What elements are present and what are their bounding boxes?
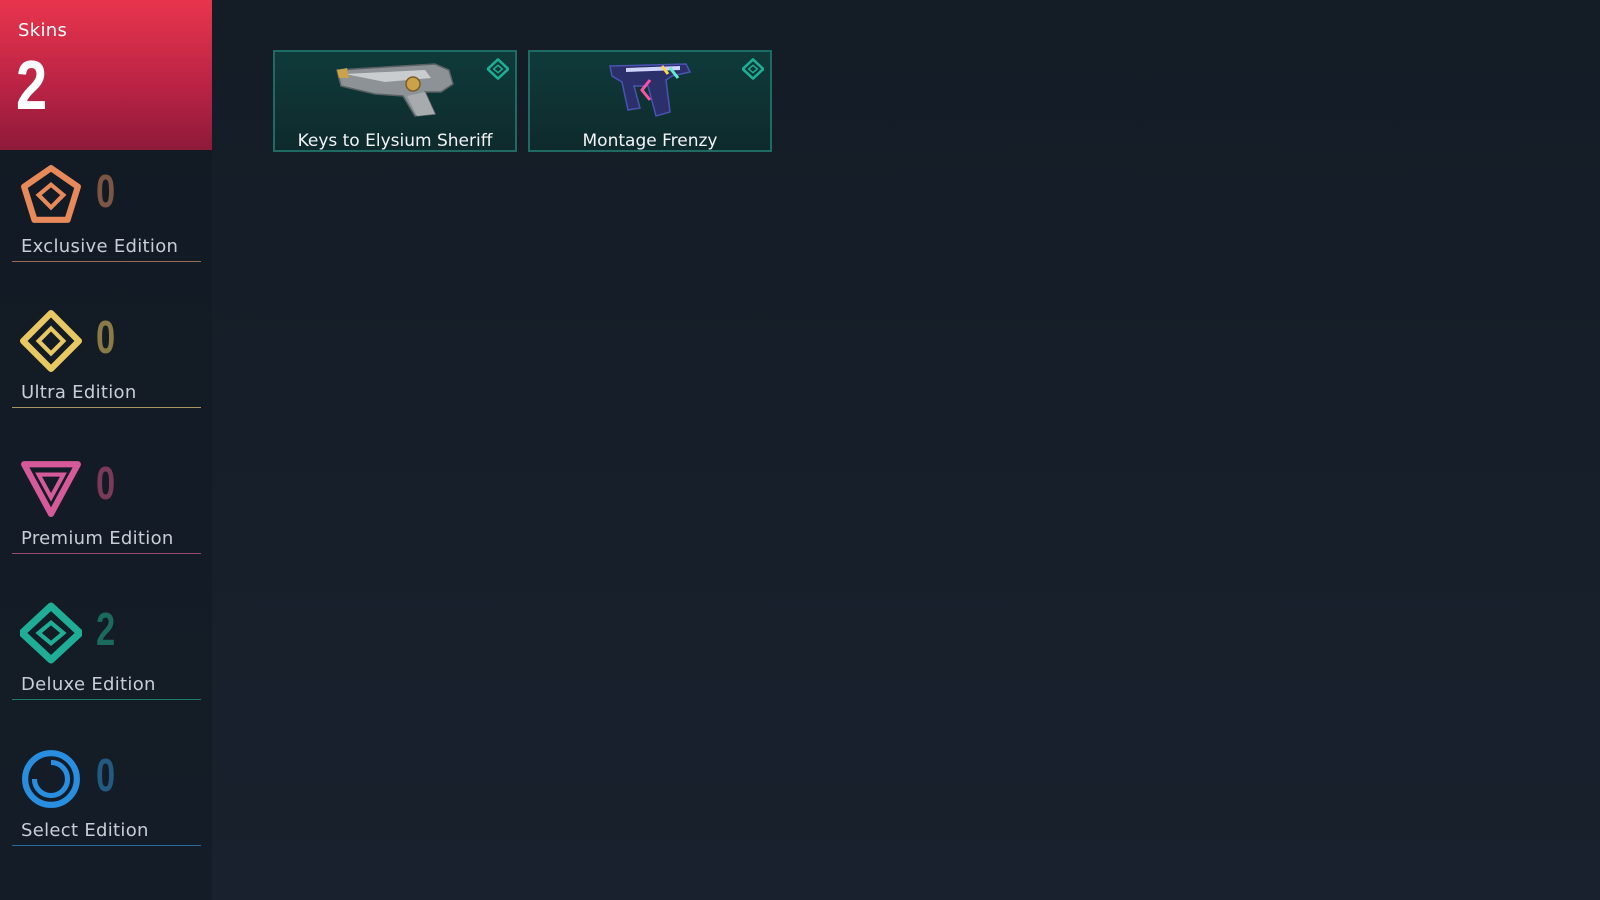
sidebar: Skins 2 0 Exclusive Edition 0 Ultra Edit…	[0, 0, 212, 900]
sheriff-weapon-image	[336, 63, 454, 117]
edition-label: Deluxe Edition	[21, 674, 156, 695]
premium-edition-icon	[21, 461, 81, 517]
edition-underline	[12, 553, 201, 554]
edition-underline	[12, 407, 201, 408]
edition-count: 0	[96, 165, 116, 217]
ultra-edition-icon	[20, 310, 82, 372]
edition-label: Exclusive Edition	[21, 236, 179, 257]
edition-label: Ultra Edition	[21, 382, 137, 403]
deluxe-edition-icon	[487, 58, 509, 80]
edition-filter-deluxe[interactable]: 2 Deluxe Edition	[0, 588, 212, 700]
select-edition-icon	[22, 750, 80, 808]
deluxe-edition-icon	[20, 602, 82, 664]
skins-total-count: 2	[16, 46, 48, 124]
edition-count: 0	[96, 311, 116, 363]
skin-card[interactable]: Keys to Elysium Sheriff	[273, 50, 517, 152]
skin-name: Keys to Elysium Sheriff	[297, 131, 493, 151]
skin-name: Montage Frenzy	[582, 131, 718, 151]
deluxe-edition-icon	[742, 58, 764, 80]
edition-filter-ultra[interactable]: 0 Ultra Edition	[0, 296, 212, 408]
edition-label: Select Edition	[21, 820, 149, 841]
edition-count: 0	[96, 457, 116, 509]
skin-card[interactable]: Montage Frenzy	[528, 50, 772, 152]
edition-filter-premium[interactable]: 0 Premium Edition	[0, 442, 212, 554]
edition-underline	[12, 261, 201, 262]
frenzy-weapon-image	[609, 63, 692, 117]
exclusive-edition-icon	[21, 165, 81, 223]
skins-title: Skins	[18, 20, 68, 41]
edition-count: 0	[96, 749, 116, 801]
edition-filter-select[interactable]: 0 Select Edition	[0, 734, 212, 846]
edition-underline	[12, 699, 201, 700]
edition-filter-exclusive[interactable]: 0 Exclusive Edition	[0, 150, 212, 262]
edition-count: 2	[96, 603, 116, 655]
edition-label: Premium Edition	[21, 528, 174, 549]
edition-underline	[12, 845, 201, 846]
skins-total-panel[interactable]: Skins 2	[0, 0, 212, 150]
